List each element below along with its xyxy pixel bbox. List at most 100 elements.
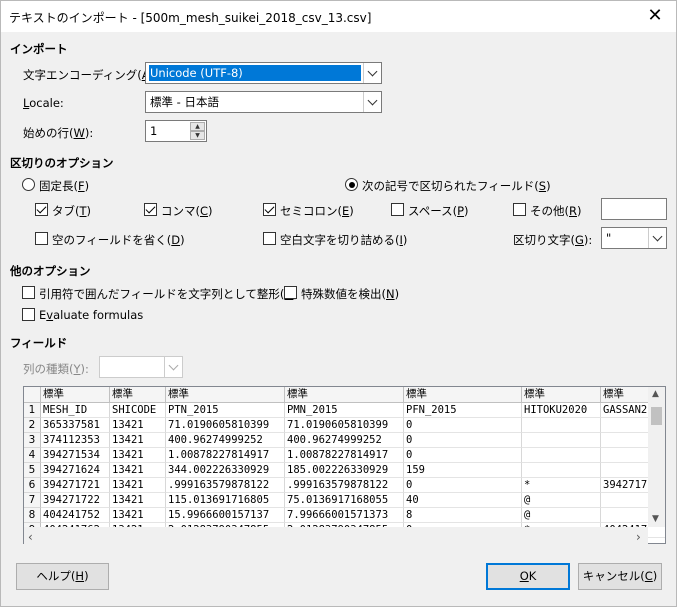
grid-cell[interactable]: 75.0136917168055 [285, 493, 404, 508]
other-separator-input[interactable] [601, 198, 667, 220]
scroll-down-icon[interactable]: ▼ [652, 514, 659, 524]
grid-cell[interactable]: MESH_ID [41, 403, 110, 418]
grid-cell[interactable]: 394271534 [41, 448, 110, 463]
preview-grid[interactable]: 標準 標準 標準 標準 標準 標準 標準 1 MESH_ID SHICODE PTN_2015 PMN… [23, 386, 666, 544]
grid-cell[interactable]: 13421 [110, 493, 166, 508]
grid-cell[interactable]: @ [522, 493, 601, 508]
column-type-header[interactable]: 標準 [285, 387, 404, 403]
row-number[interactable]: 1 [24, 403, 41, 418]
grid-cell[interactable]: PMN_2015 [285, 403, 404, 418]
encoding-select[interactable]: Unicode (UTF-8) [145, 62, 382, 84]
grid-cell[interactable]: 1.00878227814917 [285, 448, 404, 463]
start-row-spinner[interactable]: 1 ▲ ▼ [145, 120, 207, 142]
grid-cell[interactable]: 13421 [110, 448, 166, 463]
grid-cell[interactable]: .999163579878122 [285, 478, 404, 493]
grid-cell[interactable]: 0 [404, 478, 522, 493]
row-number[interactable]: 8 [24, 508, 41, 523]
other-checkbox[interactable] [513, 203, 526, 216]
grid-cell[interactable]: 115.013691716805 [166, 493, 285, 508]
grid-cell[interactable]: * [522, 478, 601, 493]
quoted-as-text-label[interactable]: 引用符で囲んだフィールドを文字列として整形(O) [39, 286, 298, 302]
column-type-header[interactable]: 標準 [522, 387, 601, 403]
tab-label[interactable]: タブ(T) [52, 203, 91, 219]
grid-cell[interactable] [522, 463, 601, 478]
separated-by-label[interactable]: 次の記号で区切られたフィールド(S) [362, 178, 551, 194]
space-checkbox[interactable] [391, 203, 404, 216]
tab-checkbox[interactable] [35, 203, 48, 216]
evaluate-formulas-label[interactable]: Evaluate formulas [39, 308, 143, 322]
chevron-down-icon[interactable] [648, 228, 666, 248]
grid-cell[interactable]: 344.002226330929 [166, 463, 285, 478]
grid-cell[interactable]: 8 [404, 508, 522, 523]
detect-special-numbers-checkbox[interactable] [284, 286, 297, 299]
close-button[interactable]: ✕ [638, 3, 672, 30]
scroll-up-icon[interactable]: ▲ [652, 389, 659, 399]
grid-cell[interactable]: 404241752 [41, 508, 110, 523]
grid-cell[interactable]: 394271721 [41, 478, 110, 493]
column-type-header[interactable]: 標準 [110, 387, 166, 403]
ok-button[interactable]: OK [486, 563, 570, 590]
scroll-thumb[interactable] [651, 407, 662, 425]
grid-cell[interactable]: 394271624 [41, 463, 110, 478]
help-button[interactable]: ヘルプ(H) [16, 563, 109, 590]
grid-cell[interactable]: 185.002226330929 [285, 463, 404, 478]
grid-cell[interactable]: 0 [404, 448, 522, 463]
horizontal-scrollbar[interactable]: ‹ › [24, 527, 648, 544]
cancel-button[interactable]: キャンセル(C) [578, 563, 662, 590]
string-delimiter-select[interactable]: " [601, 227, 667, 249]
scroll-right-icon[interactable]: › [636, 530, 641, 544]
grid-cell[interactable]: 13421 [110, 478, 166, 493]
row-number[interactable]: 3 [24, 433, 41, 448]
grid-cell[interactable]: PTN_2015 [166, 403, 285, 418]
grid-cell[interactable]: 13421 [110, 418, 166, 433]
column-type-select[interactable] [99, 356, 183, 378]
grid-cell[interactable]: 394271722 [41, 493, 110, 508]
row-number[interactable]: 4 [24, 448, 41, 463]
locale-select[interactable]: 標準 - 日本語 [145, 91, 382, 113]
grid-cell[interactable]: 71.0190605810399 [285, 418, 404, 433]
comma-label[interactable]: コンマ(C) [161, 203, 213, 219]
row-number[interactable]: 5 [24, 463, 41, 478]
grid-cell[interactable]: 400.96274999252 [166, 433, 285, 448]
comma-checkbox[interactable] [144, 203, 157, 216]
grid-cell[interactable]: .999163579878122 [166, 478, 285, 493]
space-label[interactable]: スペース(P) [408, 203, 469, 219]
semicolon-checkbox[interactable] [263, 203, 276, 216]
column-type-header[interactable]: 標準 [404, 387, 522, 403]
grid-cell[interactable]: 1.00878227814917 [166, 448, 285, 463]
grid-cell[interactable]: 13421 [110, 433, 166, 448]
other-label[interactable]: その他(R) [530, 203, 582, 219]
grid-cell[interactable]: SHICODE [110, 403, 166, 418]
chevron-down-icon[interactable] [363, 63, 381, 83]
grid-cell[interactable]: 0 [404, 433, 522, 448]
vertical-scrollbar[interactable]: ▲ ▼ [648, 387, 665, 527]
detect-special-numbers-label[interactable]: 特殊数値を検出(N) [301, 286, 399, 302]
grid-cell[interactable]: 159 [404, 463, 522, 478]
grid-corner[interactable] [24, 387, 41, 403]
grid-cell[interactable]: 71.0190605810399 [166, 418, 285, 433]
grid-cell[interactable]: 40 [404, 493, 522, 508]
chevron-down-icon[interactable] [363, 92, 381, 112]
grid-cell[interactable]: 400.96274999252 [285, 433, 404, 448]
grid-cell[interactable]: @ [522, 508, 601, 523]
grid-cell[interactable]: PFN_2015 [404, 403, 522, 418]
fixed-width-label[interactable]: 固定長(F) [39, 178, 89, 194]
fixed-width-radio[interactable] [22, 178, 35, 191]
grid-cell[interactable]: 13421 [110, 463, 166, 478]
quoted-as-text-checkbox[interactable] [22, 286, 35, 299]
semicolon-label[interactable]: セミコロン(E) [280, 203, 354, 219]
trim-spaces-label[interactable]: 空白文字を切り詰める(I) [280, 232, 407, 248]
grid-cell[interactable]: 13421 [110, 508, 166, 523]
spin-down-icon[interactable]: ▼ [190, 131, 205, 140]
merge-delimiters-checkbox[interactable] [35, 232, 48, 245]
grid-cell[interactable]: HITOKU2020 [522, 403, 601, 418]
separated-by-radio[interactable] [345, 178, 358, 191]
grid-cell[interactable]: 15.9966600157137 [166, 508, 285, 523]
grid-cell[interactable] [522, 418, 601, 433]
row-number[interactable]: 7 [24, 493, 41, 508]
grid-cell[interactable] [522, 433, 601, 448]
trim-spaces-checkbox[interactable] [263, 232, 276, 245]
grid-cell[interactable] [522, 448, 601, 463]
grid-cell[interactable]: 0 [404, 418, 522, 433]
row-number[interactable]: 6 [24, 478, 41, 493]
